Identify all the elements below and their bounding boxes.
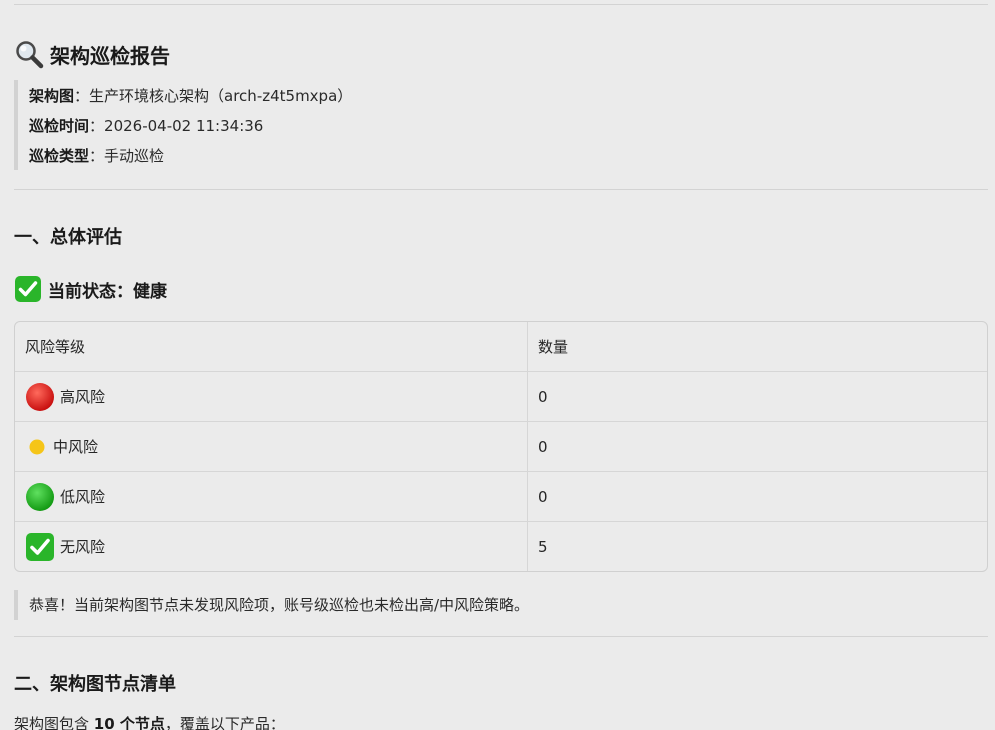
- meta-label: 巡检时间: [29, 117, 90, 135]
- current-status-text: 当前状态：健康: [48, 281, 167, 302]
- risk-level-label: 无风险: [60, 538, 106, 556]
- table-row: 中风险 0: [15, 422, 987, 472]
- risk-level-label: 低风险: [60, 488, 106, 506]
- intro-prefix: 架构图包含: [14, 715, 90, 730]
- header-count: 数量: [528, 322, 987, 372]
- table-row: 高风险 0: [15, 372, 987, 422]
- check-mark-icon: [26, 532, 54, 561]
- meta-architecture: 架构图：生产环境核心架构（arch-z4t5mxpa）: [29, 84, 352, 108]
- magnifier-icon: [16, 41, 44, 69]
- risk-level-label: 中风险: [53, 438, 99, 456]
- table-row: 无风险 5: [15, 522, 987, 571]
- risk-count: 0: [528, 372, 987, 422]
- risk-count: 0: [528, 472, 987, 522]
- meta-label: 巡检类型: [29, 147, 90, 165]
- meta-label: 架构图: [29, 87, 75, 105]
- meta-value: 生产环境核心架构（arch-z4t5mxpa）: [89, 87, 353, 105]
- red-circle-icon: [26, 382, 54, 411]
- meta-value: 手动巡检: [104, 147, 165, 165]
- risk-count: 0: [528, 422, 987, 472]
- check-mark-icon: [15, 276, 41, 302]
- section2-heading: 二、架构图节点清单: [14, 674, 176, 695]
- meta-value: 2026-04-02 11:34:36: [104, 117, 264, 135]
- meta-sep: ：: [89, 147, 105, 165]
- section1-heading: 一、总体评估: [14, 227, 122, 248]
- current-status: 当前状态：健康: [14, 274, 167, 304]
- report-meta: 架构图：生产环境核心架构（arch-z4t5mxpa） 巡检时间：2026-04…: [14, 80, 918, 170]
- intro-node-count: 10 个节点: [93, 715, 165, 730]
- risk-count: 5: [538, 537, 548, 556]
- yellow-circle-icon: [29, 439, 45, 454]
- meta-sep: ：: [74, 87, 90, 105]
- risk-table: 风险等级 数量 高风险 0 中风险 0 低风险 0 无风险 5: [14, 321, 988, 572]
- meta-sep: ：: [89, 117, 105, 135]
- report-title-text: 架构巡检报告: [50, 43, 170, 68]
- divider: [14, 636, 988, 637]
- meta-type: 巡检类型：手动巡检: [29, 144, 164, 168]
- congrats-note: 恭喜！当前架构图节点未发现风险项，账号级巡检也未检出高/中风险策略。: [14, 590, 918, 620]
- table-row: 低风险 0: [15, 472, 987, 522]
- report-title: 架构巡检报告: [14, 38, 170, 70]
- report-page: 架构巡检报告 架构图：生产环境核心架构（arch-z4t5mxpa） 巡检时间：…: [0, 0, 995, 730]
- risk-level-label: 高风险: [60, 388, 106, 406]
- section2-intro: 架构图包含 10 个节点，覆盖以下产品：: [14, 712, 285, 730]
- divider: [14, 4, 988, 5]
- header-risk-level: 风险等级: [15, 322, 528, 372]
- divider: [14, 189, 988, 190]
- congrats-note-text: 恭喜！当前架构图节点未发现风险项，账号级巡检也未检出高/中风险策略。: [29, 596, 530, 614]
- green-circle-icon: [26, 482, 54, 511]
- intro-suffix: ，覆盖以下产品：: [164, 715, 285, 730]
- table-header-row: 风险等级 数量: [15, 322, 987, 372]
- meta-time: 巡检时间：2026-04-02 11:34:36: [29, 114, 263, 138]
